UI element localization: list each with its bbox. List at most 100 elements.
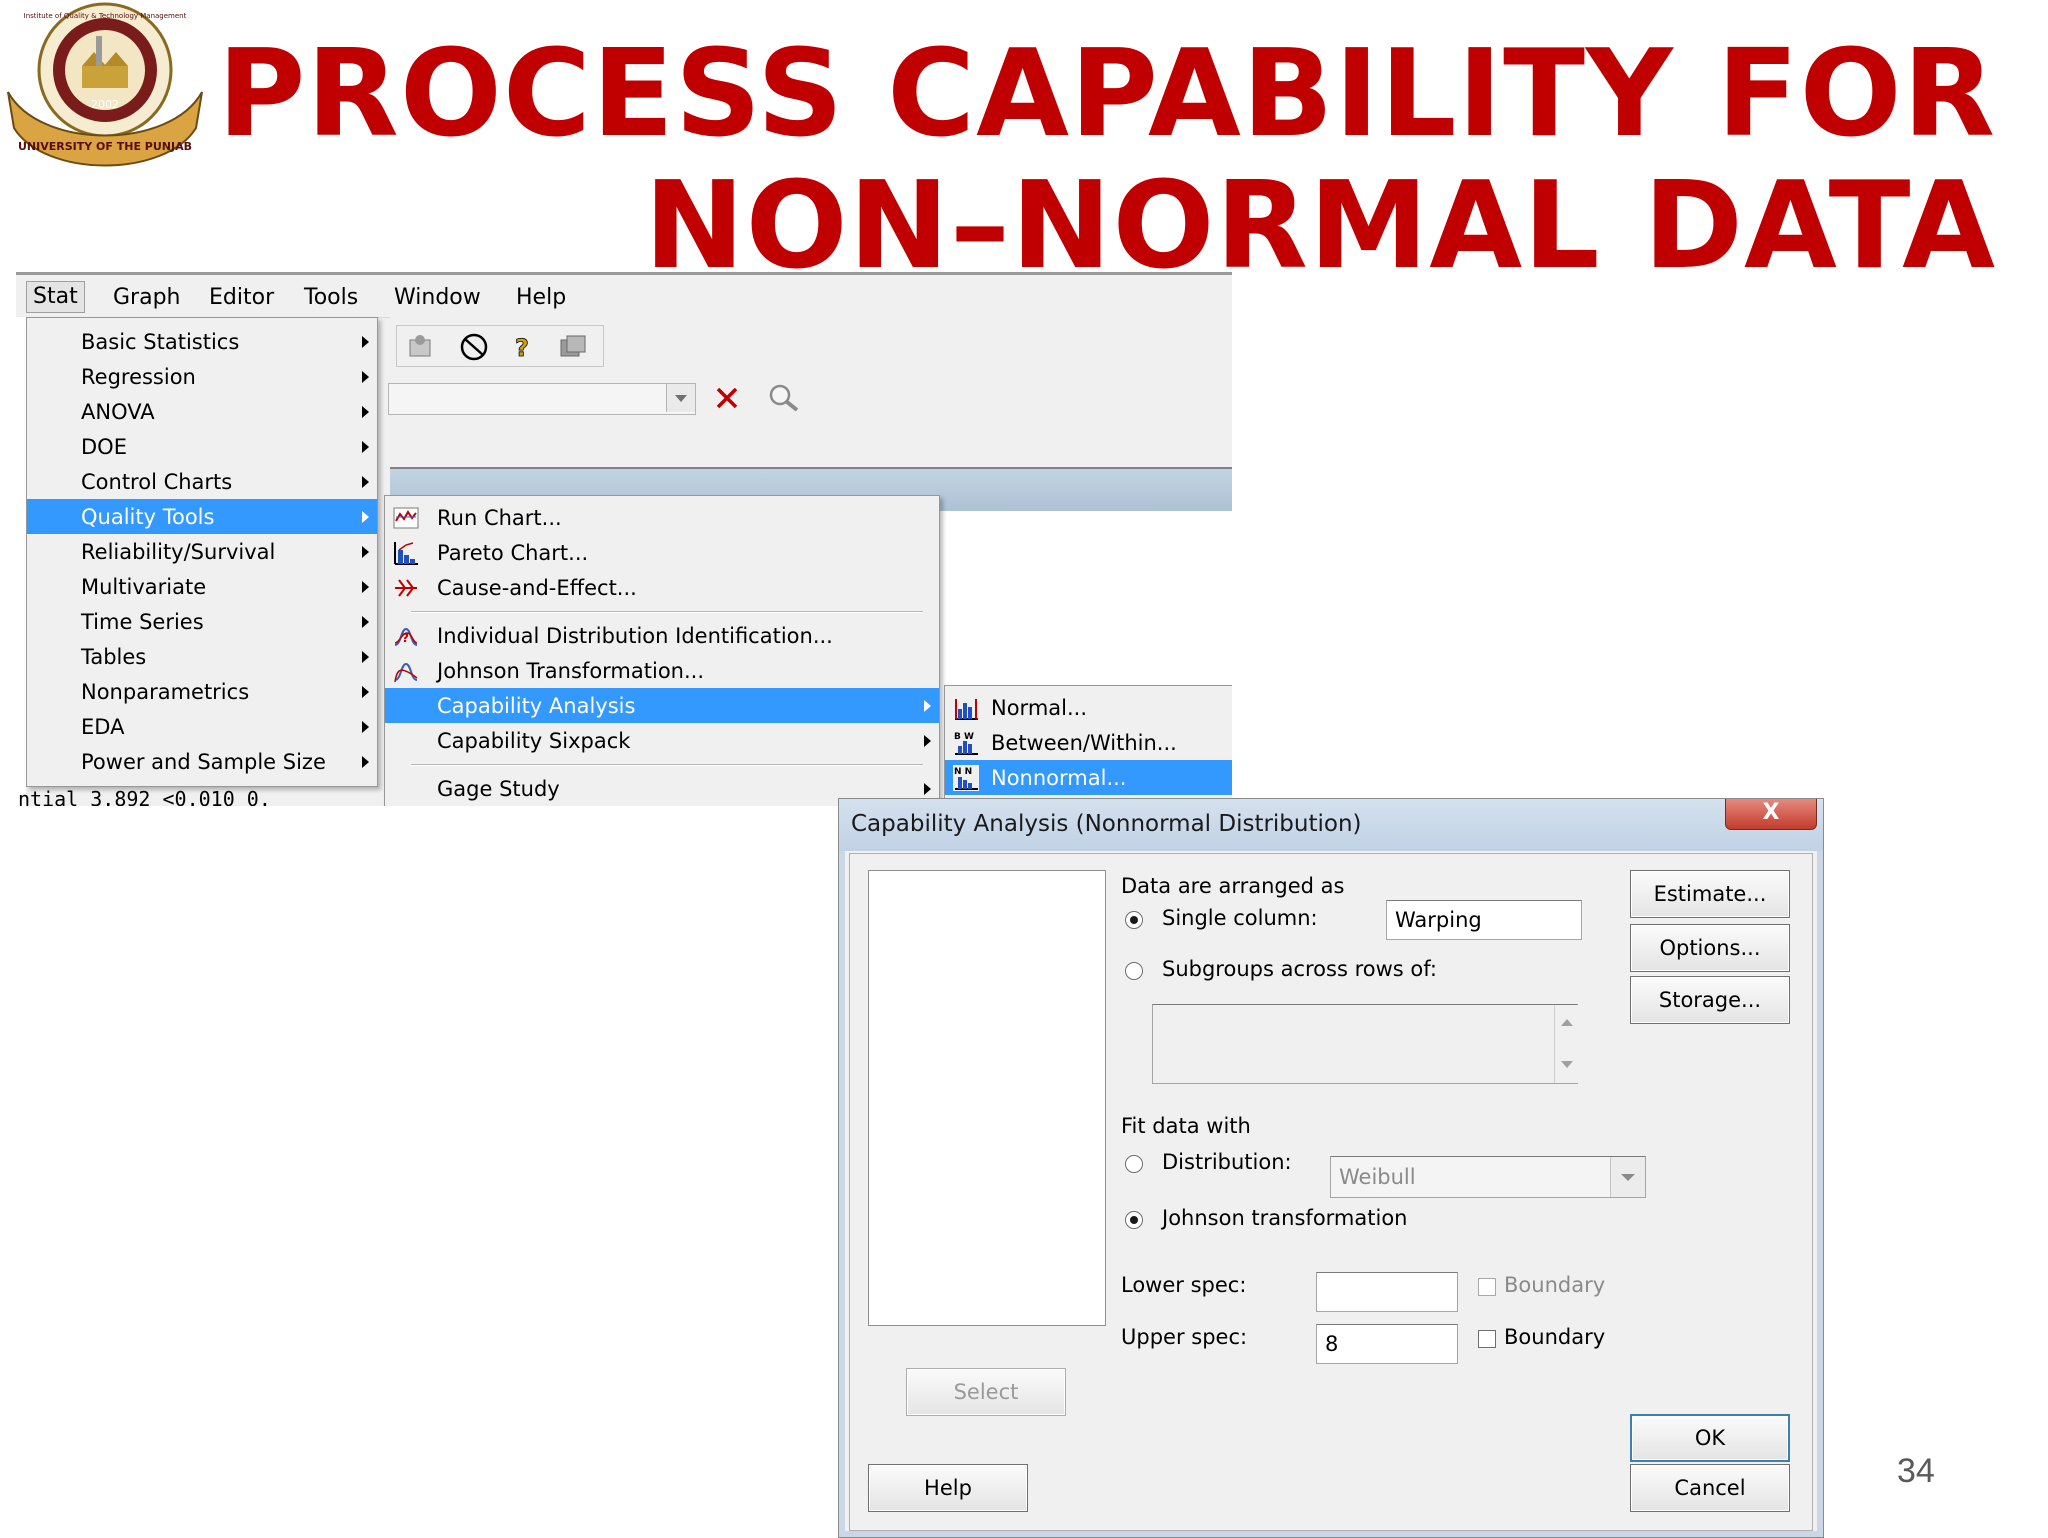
menu-item-pareto-chart[interactable]: Pareto Chart... bbox=[385, 535, 939, 570]
capability-between-within-icon: B W bbox=[954, 732, 978, 755]
menu-item-tables[interactable]: Tables bbox=[27, 639, 377, 674]
menu-item-cause-and-effect[interactable]: Cause-and-Effect... bbox=[385, 570, 939, 605]
svg-text:?: ? bbox=[402, 631, 409, 645]
chevron-down-icon bbox=[675, 395, 687, 402]
scroll-down-icon[interactable] bbox=[1561, 1061, 1573, 1068]
help-button[interactable]: Help bbox=[868, 1464, 1028, 1512]
menu-item-eda[interactable]: EDA bbox=[27, 709, 377, 744]
johnson-transformation-radio[interactable] bbox=[1125, 1211, 1143, 1229]
minitab-window: Stat Graph Editor Tools Window Help ? nt… bbox=[16, 272, 1232, 806]
menu-item-label: Quality Tools bbox=[81, 505, 215, 529]
menu-item-capability-sixpack[interactable]: Capability Sixpack bbox=[385, 723, 939, 758]
subgroups-radio[interactable] bbox=[1125, 962, 1143, 980]
submenu-arrow-icon bbox=[362, 756, 369, 768]
menu-item-multivariate[interactable]: Multivariate bbox=[27, 569, 377, 604]
single-column-label: Single column: bbox=[1162, 906, 1318, 930]
menu-item-label: ANOVA bbox=[81, 400, 155, 424]
menu-item-individual-distribution-identification[interactable]: ? Individual Distribution Identification… bbox=[385, 618, 939, 653]
distribution-select[interactable]: Weibull bbox=[1330, 1156, 1646, 1198]
session-icon[interactable] bbox=[407, 332, 435, 360]
menu-item-label: Power and Sample Size bbox=[81, 750, 326, 774]
menu-item-capability-normal[interactable]: Normal... bbox=[945, 690, 1232, 725]
quality-tools-menu: Run Chart... Pareto Chart... Cause-and-E… bbox=[384, 495, 940, 806]
svg-text:UNIVERSITY OF THE PUNJAB: UNIVERSITY OF THE PUNJAB bbox=[18, 140, 192, 153]
menu-help[interactable]: Help bbox=[516, 285, 566, 310]
subgroups-input[interactable] bbox=[1152, 1004, 1578, 1084]
menu-item-time-series[interactable]: Time Series bbox=[27, 604, 377, 639]
submenu-arrow-icon bbox=[362, 651, 369, 663]
slide-title-line-2: NON–NORMAL DATA bbox=[644, 157, 1996, 296]
cancel-button[interactable]: Cancel bbox=[1630, 1464, 1790, 1512]
command-combobox[interactable] bbox=[388, 383, 696, 415]
menu-item-label: Nonparametrics bbox=[81, 680, 250, 704]
estimate-button[interactable]: Estimate... bbox=[1630, 870, 1790, 918]
menu-item-label: Capability Analysis bbox=[437, 694, 636, 718]
dialog-titlebar: Capability Analysis (Nonnormal Distribut… bbox=[839, 799, 1823, 851]
distribution-dropdown-button[interactable] bbox=[1610, 1157, 1645, 1197]
close-button[interactable]: X bbox=[1725, 799, 1817, 830]
subgroups-label: Subgroups across rows of: bbox=[1162, 957, 1437, 981]
window-list-icon[interactable] bbox=[557, 332, 587, 362]
menu-item-johnson-transformation[interactable]: Johnson Transformation... bbox=[385, 653, 939, 688]
toolbar-area: ? bbox=[388, 317, 1232, 477]
menu-item-capability-between-within[interactable]: B W Between/Within... bbox=[945, 725, 1232, 760]
upper-spec-label: Upper spec: bbox=[1121, 1325, 1248, 1349]
menu-graph[interactable]: Graph bbox=[113, 285, 180, 310]
ok-button[interactable]: OK bbox=[1630, 1414, 1790, 1462]
capability-normal-icon bbox=[955, 699, 978, 720]
combobox-dropdown-button[interactable] bbox=[666, 384, 695, 412]
capability-nonnormal-icon: N N bbox=[953, 765, 979, 791]
menu-item-capability-nonnormal[interactable]: N N Nonnormal... bbox=[945, 760, 1232, 795]
capability-analysis-menu: Normal... B W Between/Within... N N Nonn… bbox=[944, 685, 1232, 806]
storage-button[interactable]: Storage... bbox=[1630, 976, 1790, 1024]
close-icon: X bbox=[1762, 800, 1780, 825]
menu-item-doe[interactable]: DOE bbox=[27, 429, 377, 464]
menu-item-label: Cause-and-Effect... bbox=[437, 576, 637, 600]
single-column-input[interactable]: Warping bbox=[1386, 900, 1582, 940]
subgroups-scrollbar[interactable] bbox=[1554, 1005, 1578, 1083]
select-button[interactable]: Select bbox=[906, 1368, 1066, 1416]
variables-listbox[interactable] bbox=[868, 870, 1106, 1326]
menu-window[interactable]: Window bbox=[394, 285, 481, 310]
lower-boundary-checkbox[interactable] bbox=[1478, 1278, 1496, 1296]
menu-item-capability-analysis[interactable]: Capability Analysis bbox=[385, 688, 939, 723]
submenu-arrow-icon bbox=[362, 686, 369, 698]
data-arranged-label: Data are arranged as bbox=[1121, 874, 1345, 898]
menu-item-basic-statistics[interactable]: Basic Statistics bbox=[27, 324, 377, 359]
menu-item-control-charts[interactable]: Control Charts bbox=[27, 464, 377, 499]
lower-spec-label: Lower spec: bbox=[1121, 1273, 1247, 1297]
menu-item-nonparametrics[interactable]: Nonparametrics bbox=[27, 674, 377, 709]
submenu-arrow-icon bbox=[924, 700, 931, 712]
single-column-radio[interactable] bbox=[1125, 911, 1143, 929]
find-magnifier-icon[interactable] bbox=[766, 381, 802, 415]
lower-boundary-label: Boundary bbox=[1504, 1273, 1606, 1297]
menu-item-label: Normal... bbox=[991, 696, 1088, 720]
menu-item-reliability-survival[interactable]: Reliability/Survival bbox=[27, 534, 377, 569]
menu-item-anova[interactable]: ANOVA bbox=[27, 394, 377, 429]
scroll-up-icon[interactable] bbox=[1561, 1019, 1573, 1026]
menu-item-run-chart[interactable]: Run Chart... bbox=[385, 500, 939, 535]
upper-boundary-checkbox[interactable] bbox=[1478, 1330, 1496, 1348]
university-logo: 2002 UNIVERSITY OF THE PUNJAB Institute … bbox=[7, 2, 203, 167]
cancel-icon[interactable] bbox=[459, 332, 489, 362]
menu-item-label: Nonnormal... bbox=[991, 766, 1127, 790]
lower-spec-input[interactable] bbox=[1316, 1272, 1458, 1312]
pareto-chart-icon bbox=[394, 542, 418, 565]
menu-item-regression[interactable]: Regression bbox=[27, 359, 377, 394]
menu-item-label: Individual Distribution Identification..… bbox=[437, 624, 833, 648]
options-button[interactable]: Options... bbox=[1630, 924, 1790, 972]
menu-stat[interactable]: Stat bbox=[26, 281, 85, 313]
menu-item-label: Reliability/Survival bbox=[81, 540, 276, 564]
menu-item-power-and-sample-size[interactable]: Power and Sample Size bbox=[27, 744, 377, 779]
stat-menu: Basic Statistics Regression ANOVA DOE Co… bbox=[26, 317, 378, 787]
upper-spec-input[interactable]: 8 bbox=[1316, 1324, 1458, 1364]
menu-item-label: Between/Within... bbox=[991, 731, 1177, 755]
menu-editor[interactable]: Editor bbox=[209, 285, 274, 310]
menu-item-quality-tools[interactable]: Quality Tools bbox=[27, 499, 377, 534]
submenu-arrow-icon bbox=[362, 581, 369, 593]
distribution-radio[interactable] bbox=[1125, 1155, 1143, 1173]
delete-x-icon[interactable] bbox=[710, 381, 744, 415]
help-question-icon[interactable]: ? bbox=[509, 332, 537, 362]
menu-tools[interactable]: Tools bbox=[304, 285, 358, 310]
svg-text:Institute of Quality & Technol: Institute of Quality & Technology Manage… bbox=[24, 12, 187, 20]
